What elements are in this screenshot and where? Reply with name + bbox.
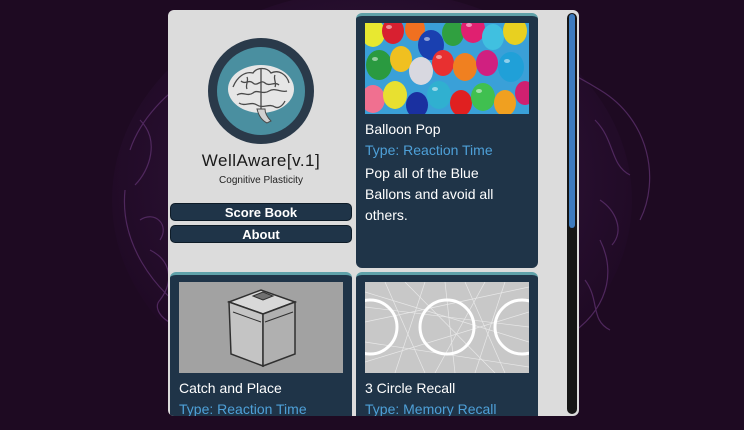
game-card-catch-and-place[interactable]: Catch and Place Type: Reaction Time — [170, 272, 352, 416]
box-image — [179, 282, 343, 373]
brain-icon — [217, 47, 305, 135]
circles-image — [365, 282, 529, 373]
app-header: WellAware[v.1] Cognitive Plasticity Scor… — [168, 10, 354, 268]
app-logo — [208, 38, 314, 144]
game-card-3-circle-recall[interactable]: 3 Circle Recall Type: Memory Recall — [356, 272, 538, 416]
app-subtitle: Cognitive Plasticity — [219, 175, 303, 186]
game-type: Type: Reaction Time — [365, 142, 493, 158]
vertical-scrollbar[interactable] — [567, 13, 577, 414]
game-type: Type: Reaction Time — [179, 401, 307, 416]
main-panel: WellAware[v.1] Cognitive Plasticity Scor… — [168, 10, 579, 416]
game-description: Pop all of the Blue Ballons and avoid al… — [365, 165, 494, 223]
game-name: 3 Circle Recall — [365, 380, 456, 396]
game-type: Type: Memory Recall — [365, 401, 497, 416]
game-card-balloon-pop[interactable]: Balloon Pop Type: Reaction Time Pop all … — [356, 13, 538, 268]
scrollbar-thumb[interactable] — [569, 14, 575, 228]
balloons-image — [365, 23, 529, 114]
score-book-button[interactable]: Score Book — [170, 203, 352, 221]
app-title: WellAware[v.1] — [201, 151, 321, 170]
game-name: Catch and Place — [179, 380, 282, 396]
about-button[interactable]: About — [170, 225, 352, 243]
game-name: Balloon Pop — [365, 121, 441, 137]
